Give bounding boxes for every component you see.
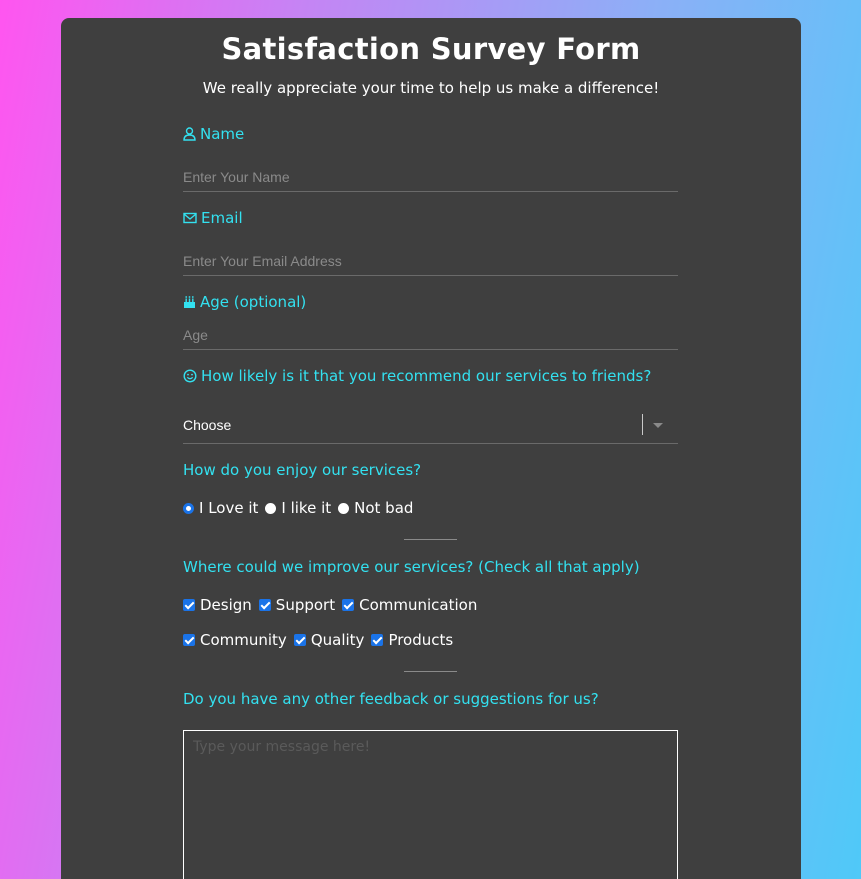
enjoy-radio-group: I Love it I like it Not bad	[183, 499, 420, 517]
checkbox[interactable]	[183, 599, 195, 611]
radio-button[interactable]	[183, 502, 194, 514]
improve-checkbox-row-2: Community Quality Products	[183, 631, 460, 649]
improve-checkbox-row-1: Design Support Communication	[183, 596, 484, 614]
checkbox[interactable]	[342, 599, 355, 611]
user-icon	[183, 127, 196, 141]
checkbox-option-design[interactable]: Design	[183, 596, 252, 614]
checkbox-label: Quality	[310, 631, 365, 649]
name-label: Name	[183, 125, 244, 143]
chevron-down-icon[interactable]	[653, 423, 663, 428]
name-label-text: Name	[200, 125, 245, 143]
checkbox-option-community[interactable]: Community	[183, 631, 287, 649]
recommend-label: How likely is it that you recommend our …	[183, 367, 651, 385]
enjoy-label-text: How do you enjoy our services?	[183, 461, 422, 479]
name-input[interactable]	[183, 162, 678, 192]
checkbox[interactable]	[293, 634, 306, 646]
feedback-label: Do you have any other feedback or sugges…	[183, 690, 599, 708]
birthday-cake-icon	[183, 295, 196, 309]
age-label: Age (optional)	[183, 293, 306, 311]
radio-option-not-bad[interactable]: Not bad	[338, 499, 413, 517]
recommend-label-text: How likely is it that you recommend our …	[201, 367, 652, 385]
email-label-text: Email	[201, 209, 243, 227]
recommend-select-value: Choose	[183, 417, 232, 433]
checkbox-label: Community	[200, 631, 287, 649]
age-label-text: Age (optional)	[200, 293, 307, 311]
radio-button[interactable]	[338, 502, 350, 514]
form-body: Name Email Age (optional) How likely is …	[183, 18, 678, 879]
improve-label-text: Where could we improve our services? (Ch…	[183, 558, 640, 576]
smile-icon	[183, 369, 197, 383]
checkbox[interactable]	[183, 634, 195, 646]
checkbox-label: Products	[388, 631, 454, 649]
enjoy-label: How do you enjoy our services?	[183, 461, 421, 479]
radio-option-label: I like it	[281, 499, 332, 517]
radio-option-like[interactable]: I like it	[265, 499, 331, 517]
email-input[interactable]	[183, 246, 678, 276]
recommend-select[interactable]: Choose	[183, 408, 678, 444]
checkbox-option-support[interactable]: Support	[258, 596, 336, 614]
checkbox-label: Design	[200, 596, 252, 614]
envelope-icon	[183, 212, 197, 224]
checkbox[interactable]	[371, 634, 384, 646]
radio-button[interactable]	[265, 502, 277, 514]
feedback-label-text: Do you have any other feedback or sugges…	[183, 690, 599, 708]
select-separator	[642, 414, 643, 435]
radio-option-love[interactable]: I Love it	[183, 499, 258, 517]
checkbox-option-products[interactable]: Products	[371, 631, 453, 649]
age-input[interactable]	[183, 320, 678, 350]
email-label: Email	[183, 209, 243, 227]
checkbox-option-quality[interactable]: Quality	[293, 631, 365, 649]
feedback-textarea[interactable]	[183, 730, 678, 879]
checkbox[interactable]	[258, 599, 271, 611]
divider	[404, 539, 457, 540]
radio-option-label: I Love it	[199, 499, 259, 517]
radio-option-label: Not bad	[354, 499, 414, 517]
checkbox-label: Support	[275, 596, 336, 614]
checkbox-option-communication[interactable]: Communication	[342, 596, 477, 614]
improve-label: Where could we improve our services? (Ch…	[183, 558, 640, 576]
divider	[404, 671, 457, 672]
checkbox-label: Communication	[359, 596, 478, 614]
survey-card: Satisfaction Survey Form We really appre…	[61, 18, 801, 879]
